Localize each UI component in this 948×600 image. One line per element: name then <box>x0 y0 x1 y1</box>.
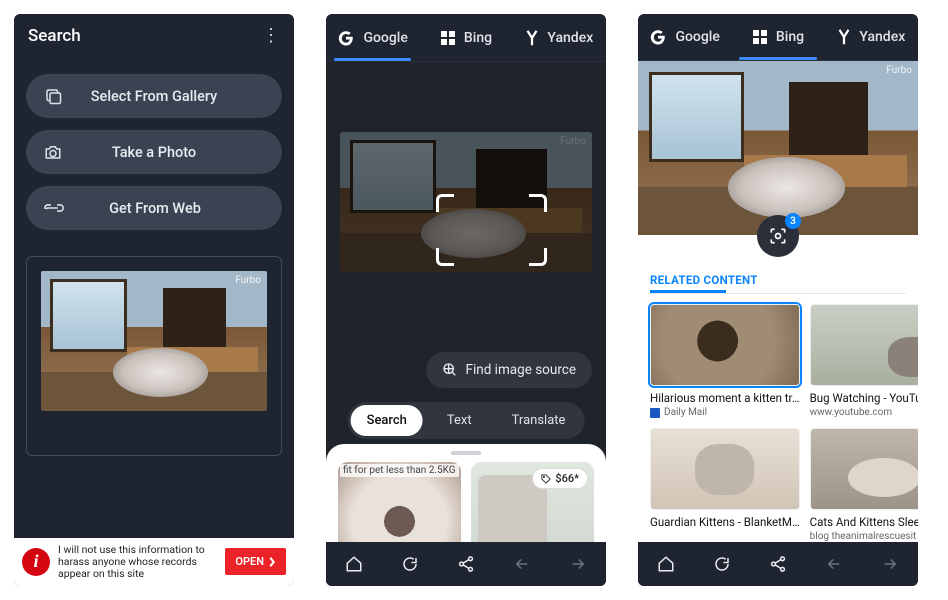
ad-text: I will not use this information to haras… <box>58 544 217 580</box>
info-icon: i <box>22 548 50 576</box>
screen-search: Search ⋮ Select From Gallery Take a Phot… <box>14 14 294 586</box>
tab-yandex[interactable]: Yandex <box>513 14 606 61</box>
share-icon[interactable] <box>768 554 788 574</box>
tab-yandex[interactable]: Yandex <box>825 14 918 60</box>
google-icon <box>337 29 355 47</box>
select-gallery-button[interactable]: Select From Gallery <box>26 74 282 118</box>
mode-chips: Search Text Translate <box>348 402 585 439</box>
ad-banner[interactable]: i I will not use this information to har… <box>14 538 294 586</box>
share-icon[interactable] <box>456 554 476 574</box>
back-icon[interactable] <box>824 554 844 574</box>
google-icon <box>649 28 667 46</box>
card-title: Hilarious moment a kitten tr… <box>650 391 800 405</box>
related-card[interactable]: Hilarious moment a kitten tr… Daily Mail <box>650 304 800 418</box>
chip-text[interactable]: Text <box>431 405 488 436</box>
take-photo-label: Take a Photo <box>62 144 264 161</box>
price-chip: $66* <box>532 468 588 489</box>
related-heading: RELATED CONTENT <box>638 257 918 293</box>
results-sheet[interactable]: fit for pet less than 2.5KG $66* ebayeBa… <box>326 444 606 542</box>
screen-google-results: Google Bing Yandex Furbo Find image sour… <box>326 14 606 586</box>
back-icon[interactable] <box>512 554 532 574</box>
watermark: Furbo <box>235 275 261 286</box>
search-globe-icon <box>442 362 458 378</box>
camera-icon <box>44 144 62 160</box>
lens-icon <box>768 226 788 246</box>
chevron-right-icon <box>268 557 276 567</box>
query-image[interactable]: Furbo <box>340 132 592 272</box>
home-icon[interactable] <box>656 554 676 574</box>
link-icon <box>44 201 64 215</box>
screen-bing-results: Google Bing Yandex Furbo 3 RELATED CONTE… <box>638 14 918 586</box>
ad-open-button[interactable]: OPEN <box>225 548 286 575</box>
query-image[interactable]: Furbo <box>638 61 918 235</box>
result-card[interactable]: fit for pet less than 2.5KG <box>338 462 461 538</box>
forward-icon[interactable] <box>880 554 900 574</box>
yandex-icon <box>837 28 851 46</box>
reload-icon[interactable] <box>400 554 420 574</box>
tab-bing[interactable]: Bing <box>419 14 512 61</box>
tab-google[interactable]: Google <box>326 14 419 61</box>
image-preview-box[interactable]: Furbo <box>26 256 282 456</box>
related-card[interactable]: Cats And Kittens Sleeping I… blog theani… <box>810 428 918 542</box>
result-caption: fit for pet less than 2.5KG <box>340 464 459 477</box>
tab-bing[interactable]: Bing <box>731 14 824 60</box>
tab-google[interactable]: Google <box>638 14 731 60</box>
related-card[interactable]: Bug Watching - YouTube www.youtube.com <box>810 304 918 418</box>
chip-translate[interactable]: Translate <box>496 405 582 436</box>
select-gallery-label: Select From Gallery <box>62 88 264 105</box>
overflow-menu-icon[interactable]: ⋮ <box>262 32 280 39</box>
result-card[interactable]: $66* ebayeBay Catry 4-level Grey <box>471 462 594 538</box>
card-title: Guardian Kittens - BlanketM… <box>650 515 800 529</box>
bing-icon <box>752 29 768 45</box>
home-icon[interactable] <box>344 554 364 574</box>
favicon <box>650 408 660 418</box>
chip-search[interactable]: Search <box>351 405 423 436</box>
card-title: Cats And Kittens Sleeping I… <box>810 515 918 529</box>
gallery-icon <box>44 87 62 105</box>
adchoices-icon[interactable]: ► <box>14 583 21 586</box>
bottom-nav <box>326 542 606 586</box>
watermark: Furbo <box>886 65 912 76</box>
yandex-icon <box>525 29 539 47</box>
card-title: Bug Watching - YouTube <box>810 391 918 405</box>
tag-icon <box>541 474 551 484</box>
get-web-button[interactable]: Get From Web <box>26 186 282 230</box>
reload-icon[interactable] <box>712 554 732 574</box>
get-web-label: Get From Web <box>64 200 264 217</box>
forward-icon[interactable] <box>568 554 588 574</box>
find-image-source-button[interactable]: Find image source <box>426 352 593 388</box>
bottom-nav <box>638 542 918 586</box>
visual-search-button[interactable]: 3 <box>757 215 799 257</box>
bing-icon <box>440 30 456 46</box>
page-title: Search <box>28 26 81 46</box>
crop-handles[interactable] <box>436 194 547 267</box>
take-photo-button[interactable]: Take a Photo <box>26 130 282 174</box>
related-card[interactable]: Guardian Kittens - BlanketM… <box>650 428 800 542</box>
